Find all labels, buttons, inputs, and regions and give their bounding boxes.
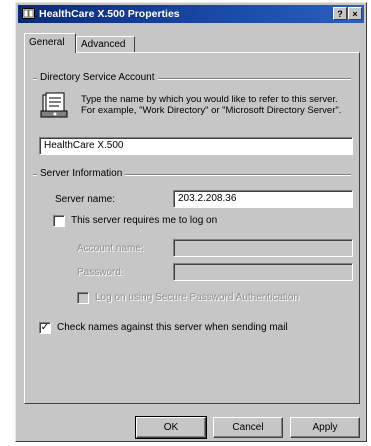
server-name-field[interactable]: 203.2.208.36 — [173, 190, 353, 208]
ok-button[interactable]: OK — [135, 416, 207, 439]
help-button[interactable]: ? — [333, 7, 347, 20]
check-names-label[interactable]: Check names against this server when sen… — [57, 322, 288, 333]
address-book-icon — [40, 92, 68, 118]
apply-button[interactable]: Apply — [290, 417, 360, 438]
directory-name-field[interactable]: HealthCare X.500 — [39, 137, 353, 155]
cancel-button[interactable]: Cancel — [213, 417, 283, 438]
directory-group-label: Directory Service Account — [37, 72, 158, 83]
properties-dialog: HealthCare X.500 Properties ? × General … — [15, 2, 367, 442]
spa-checkbox — [77, 292, 89, 304]
account-name-label: Account name: — [77, 243, 144, 254]
server-name-label: Server name: — [55, 194, 116, 205]
close-button[interactable]: × — [348, 7, 362, 20]
logon-checkbox-label[interactable]: This server requires me to log on — [71, 215, 217, 226]
window-title: HealthCare X.500 Properties — [39, 8, 180, 20]
logon-checkbox[interactable] — [53, 215, 65, 227]
tab-advanced[interactable]: Advanced — [76, 36, 135, 52]
general-panel: Directory Service Account Type the name … — [24, 52, 360, 404]
account-name-field — [173, 239, 353, 257]
tab-general[interactable]: General — [24, 33, 76, 53]
title-bar[interactable]: HealthCare X.500 Properties ? × — [18, 5, 364, 23]
address-book-icon — [22, 8, 35, 19]
server-group-label: Server Information — [37, 168, 126, 179]
password-label: Password: — [77, 267, 124, 278]
directory-description: Type the name by which you would like to… — [81, 94, 342, 116]
password-field — [173, 263, 353, 281]
spa-checkbox-label: Log on using Secure Password Authenticat… — [95, 292, 300, 303]
check-names-checkbox[interactable]: ✓ — [39, 322, 51, 334]
